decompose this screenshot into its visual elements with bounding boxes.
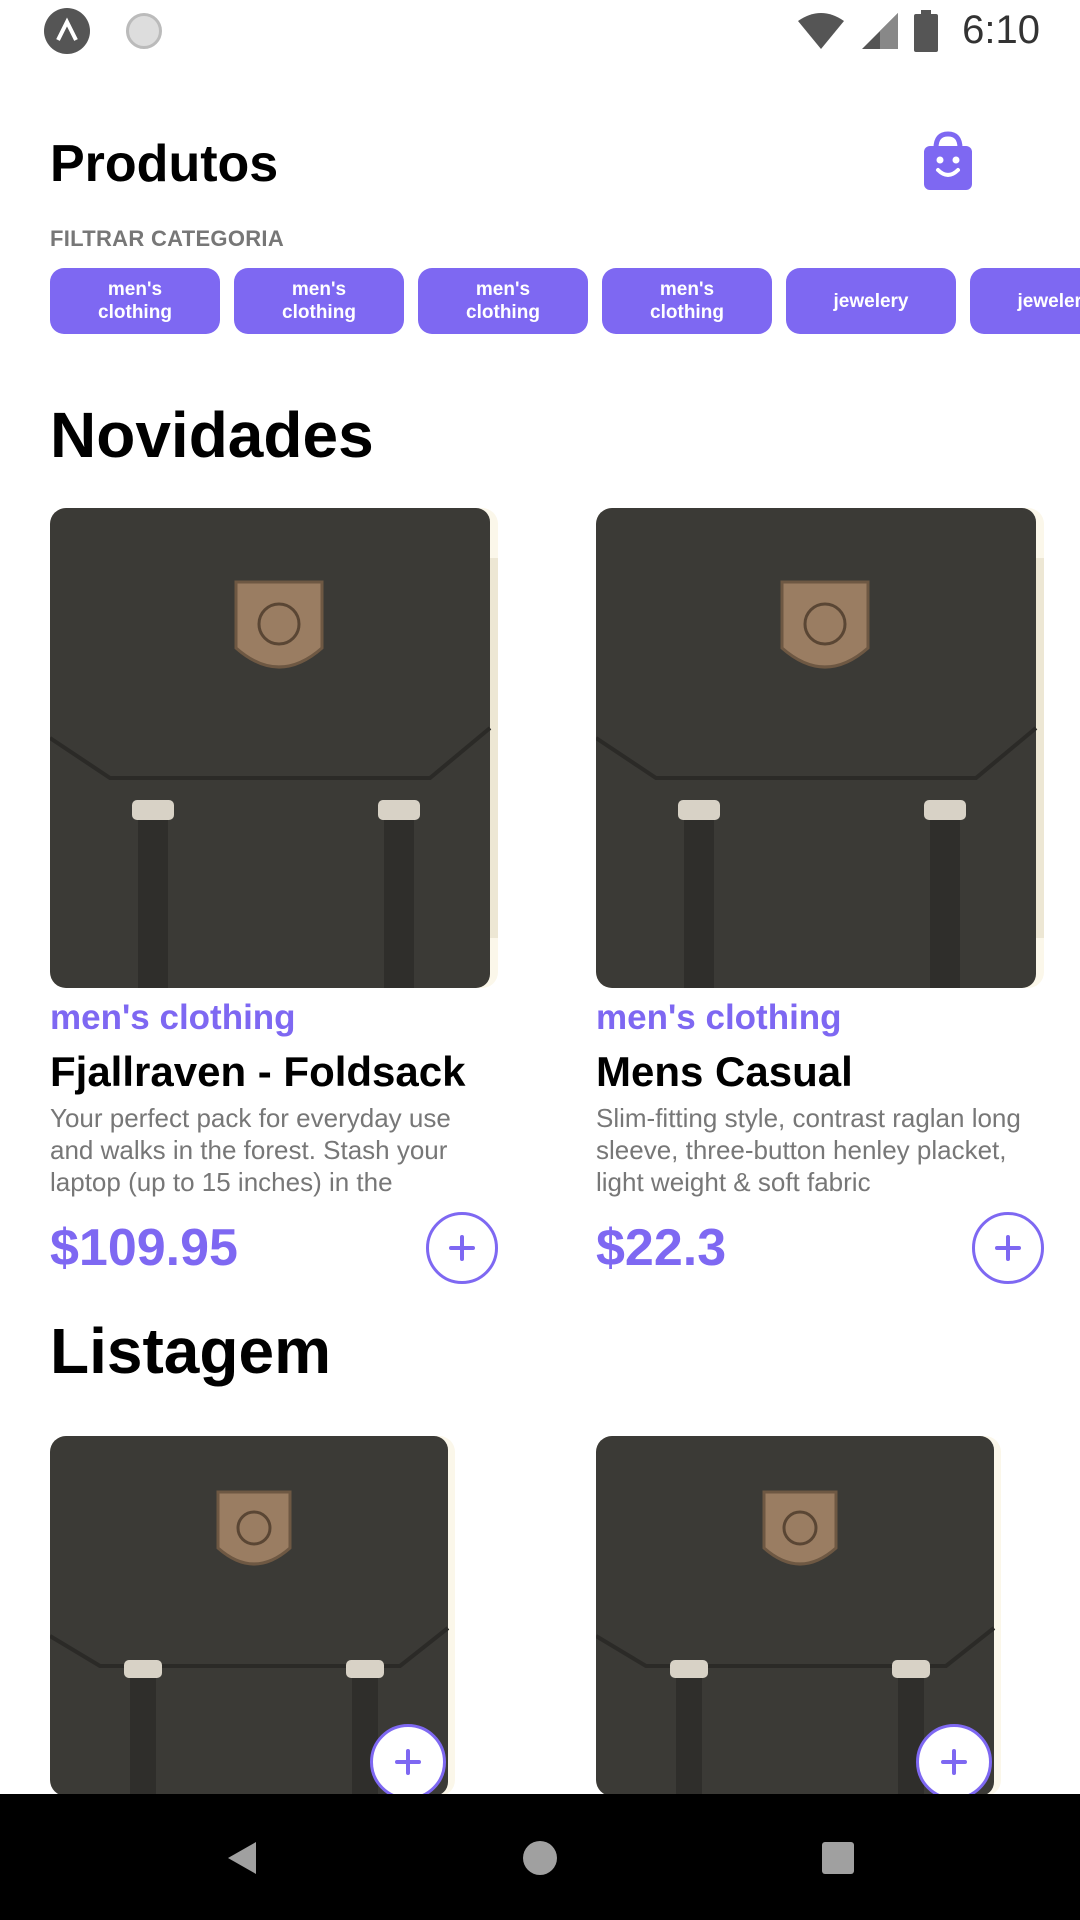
product-category: men's clothing [50,998,296,1037]
product-price: $109.95 [50,1219,238,1277]
clock: 6:10 [962,8,1040,52]
battery-icon [914,9,939,52]
category-chip[interactable]: jewelery [786,268,956,334]
product-category: men's clothing [596,998,842,1037]
plus-icon [395,1749,421,1775]
back-button[interactable] [214,1830,270,1886]
category-chip[interactable]: men's clothing [602,268,772,334]
home-button[interactable] [512,1830,568,1886]
category-chip[interactable]: men's clothing [50,268,220,334]
filter-label: FILTRAR CATEGORIA [50,226,285,251]
product-price: $22.3 [596,1219,727,1277]
plus-icon [449,1235,475,1261]
product-title: Mens Casual [596,1048,853,1095]
plus-icon [941,1749,967,1775]
system-nav-bar [0,1794,1080,1920]
product-title: Fjallraven - Foldsack [50,1048,466,1095]
status-bar: 6:10 [0,0,1080,64]
cell-signal-icon [862,12,899,49]
back-triangle-icon [228,1842,256,1874]
header: Produtos [50,130,980,210]
add-to-cart-button[interactable] [972,1212,1044,1284]
app-notification-icon [44,8,90,54]
recents-square-icon [822,1842,854,1874]
shopping-bag-icon [924,131,972,190]
wifi-icon [798,12,845,49]
page-title: Produtos [50,135,279,193]
add-to-cart-button[interactable] [916,1724,992,1800]
sync-icon [126,13,162,49]
product-card[interactable]: men's clothing Fjallraven - Foldsack You… [50,508,498,1292]
product-description: Your perfect pack for everyday use and w… [50,1103,451,1197]
category-chips: men's clothing men's clothing men's clothing m… [50,268,1080,336]
add-to-cart-button[interactable] [370,1724,446,1800]
product-description: Slim-fitting style, contrast raglan long… [596,1103,1021,1197]
product-image[interactable] [50,508,498,988]
plus-icon [995,1235,1021,1261]
add-to-cart-button[interactable] [426,1212,498,1284]
product-card[interactable]: men's clothing Mens Casual Slim-fitting … [596,508,1044,1292]
category-chip[interactable]: jewelery [970,268,1080,334]
section-title-news: Novidades [50,399,374,471]
product-image[interactable] [596,508,1044,988]
category-chip[interactable]: men's clothing [234,268,404,334]
category-chip[interactable]: men's clothing [418,268,588,334]
home-circle-icon [523,1841,557,1875]
recents-button[interactable] [810,1830,866,1886]
cart-button[interactable] [918,130,978,194]
section-title-listing: Listagem [50,1315,331,1387]
